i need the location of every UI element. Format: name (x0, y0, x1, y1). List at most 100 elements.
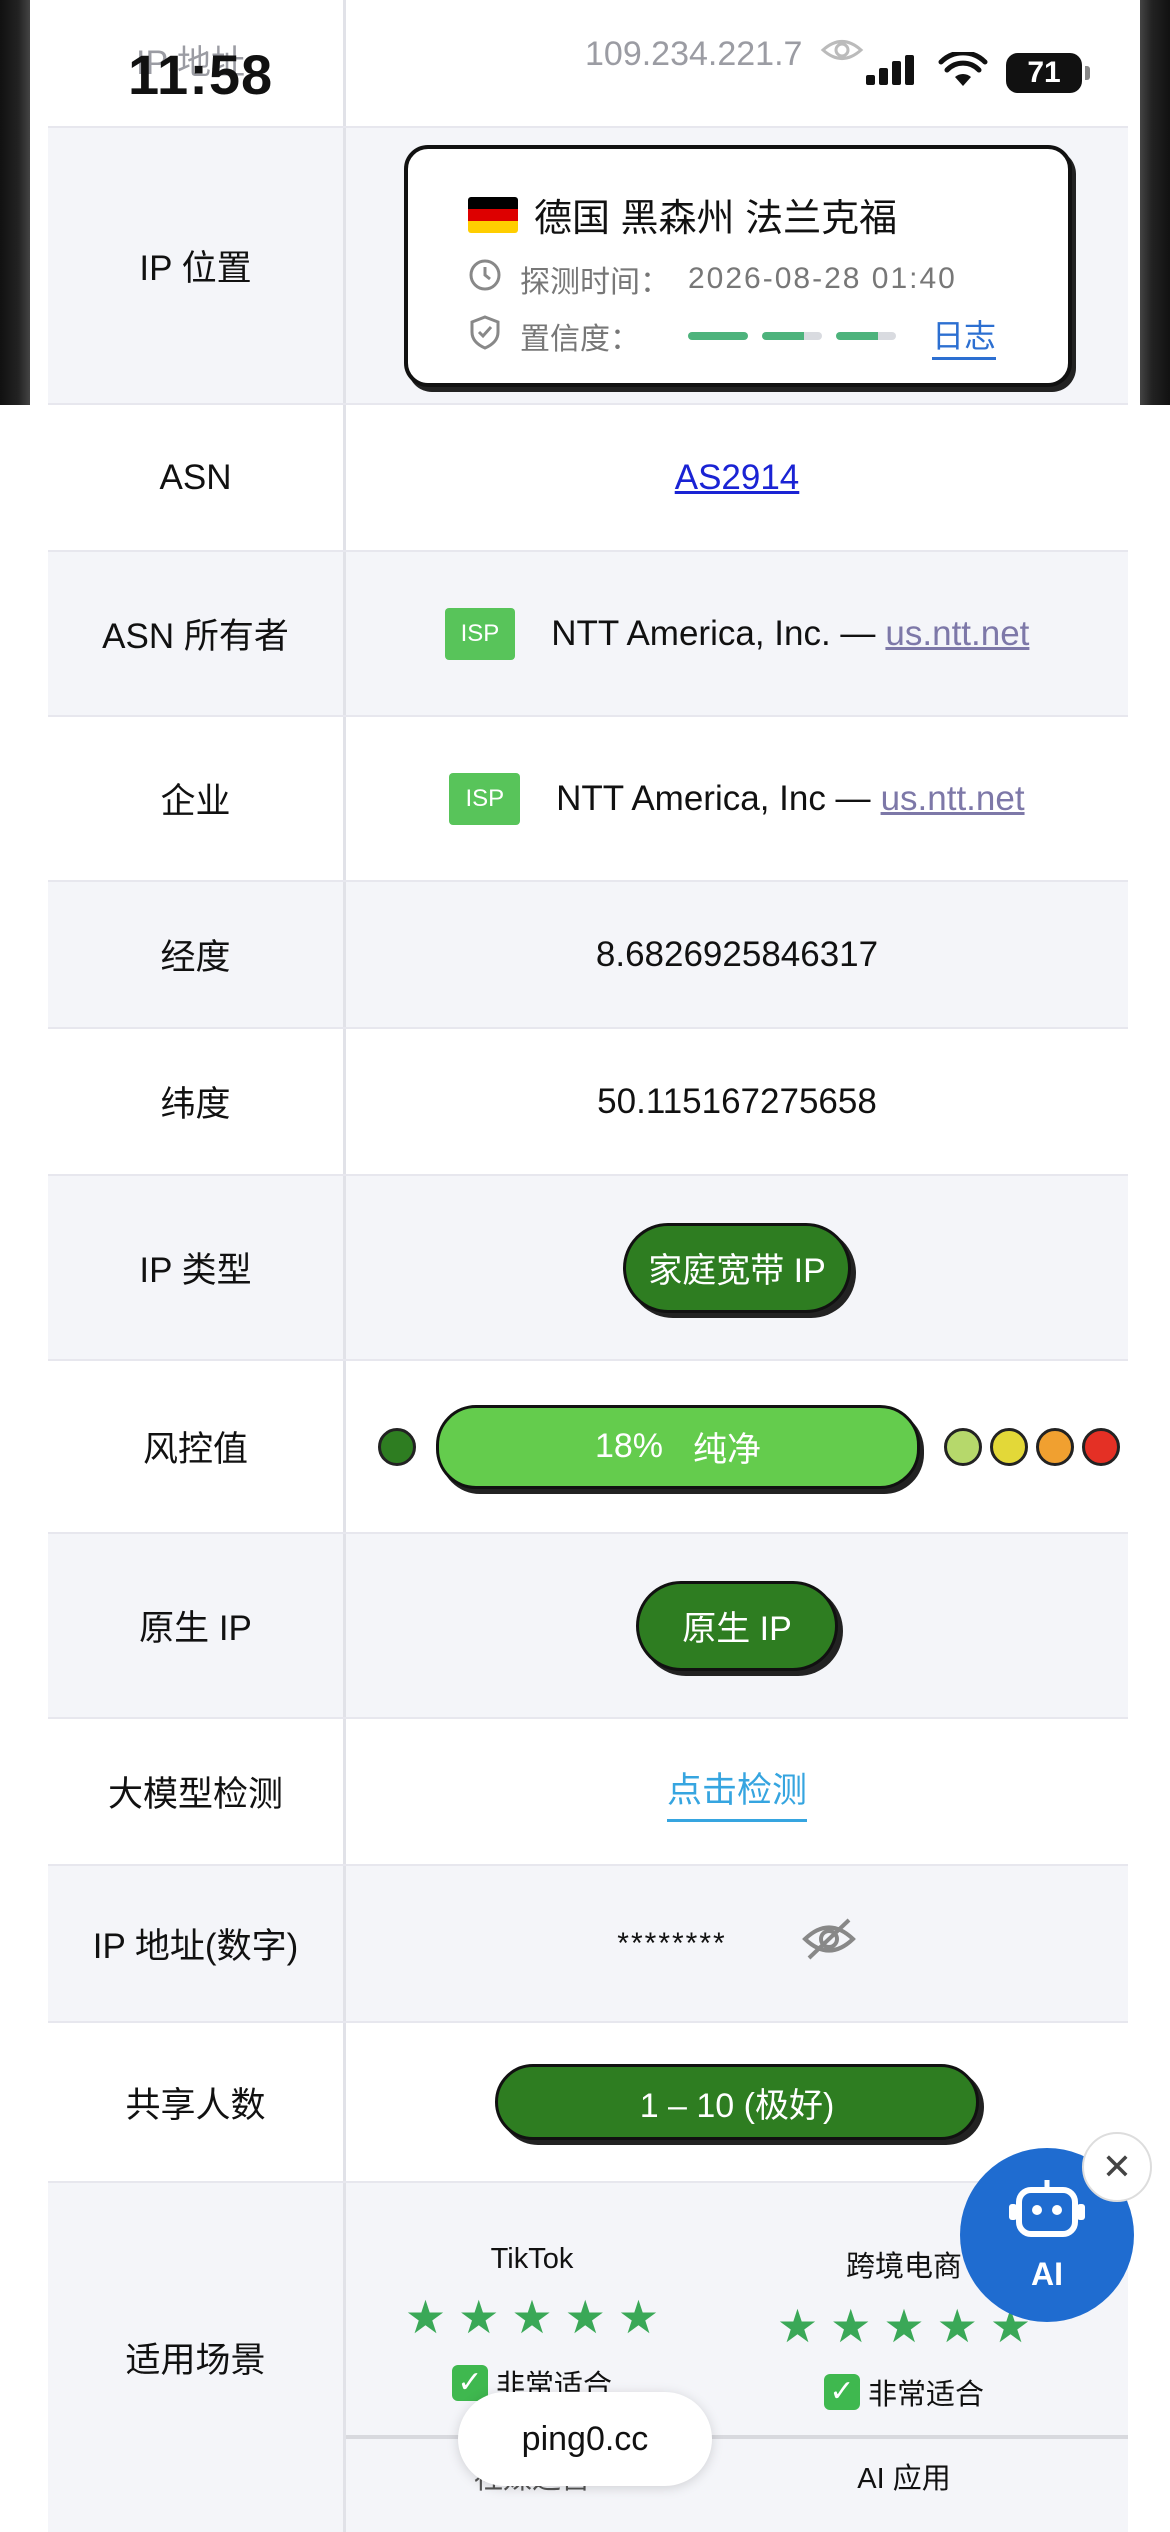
scenario-name: TikTok (490, 2243, 574, 2275)
row-ip-numeric: IP 地址(数字) ******** (48, 1866, 1128, 2023)
isp-badge: ISP (444, 607, 516, 660)
confidence-bar (836, 331, 896, 340)
scenario-tiktok: TikTok ★ ★ ★ ★ ★ ✓ 非常适合 (352, 2183, 712, 2404)
location-text: 德国 黑森州 法兰克福 (534, 198, 898, 240)
shared-users-label: 共享人数 (48, 2023, 346, 2181)
asn-cell: AS2914 (346, 405, 1128, 550)
llm-check-cell: 点击检测 (346, 1719, 1128, 1864)
risk-bar: 18% 纯净 (436, 1404, 920, 1489)
star-icon: ★ (404, 2291, 447, 2343)
row-longitude: 经度 8.6826925846317 (48, 882, 1128, 1029)
ip-numeric-label: IP 地址(数字) (48, 1866, 346, 2021)
ip-type-pill: 家庭宽带 IP (623, 1222, 851, 1313)
ip-location-card: 德国 黑森州 法兰克福 探测时间： 2026-08-28 01:40 置信度： … (404, 145, 1072, 387)
ai-label: AI (1031, 2255, 1063, 2292)
risk-dot-dark-green (378, 1427, 416, 1466)
ip-numeric-masked: ******** (617, 1926, 727, 1960)
ip-type-label: IP 类型 (48, 1176, 346, 1359)
enterprise-cell: ISP NTT America, Inc — us.ntt.net (346, 717, 1128, 880)
risk-label: 风控值 (48, 1361, 346, 1532)
native-ip-pill: 原生 IP (636, 1580, 838, 1671)
detect-time-value: 2026-08-28 01:40 (688, 262, 957, 295)
row-ip-type: IP 类型 家庭宽带 IP (48, 1176, 1128, 1361)
row-latitude: 纬度 50.115167275658 (48, 1029, 1128, 1176)
left-edge-shadow (0, 0, 30, 405)
longitude-label: 经度 (48, 882, 346, 1027)
risk-dot-red (1082, 1427, 1120, 1466)
log-link[interactable]: 日志 (932, 311, 997, 360)
row-native-ip: 原生 IP 原生 IP (48, 1534, 1128, 1719)
scenario-verdict-text: 非常适合 (867, 2379, 984, 2411)
shared-users-pill: 1 – 10 (极好) (495, 2064, 979, 2140)
location-line: 德国 黑森州 法兰克福 (468, 187, 897, 242)
eye-off-icon[interactable] (801, 1916, 857, 1971)
star-icon: ★ (617, 2291, 660, 2343)
star-icon: ★ (883, 2300, 925, 2352)
enterprise-name: NTT America, Inc — (556, 778, 871, 818)
confidence-label: 置信度： (520, 322, 640, 356)
ip-numeric-cell: ******** (346, 1866, 1128, 2021)
star-icon: ★ (936, 2300, 978, 2352)
detect-time-label: 探测时间： (520, 266, 670, 299)
ip-address-value-faded: 109.234.221.7 (585, 35, 864, 74)
detect-time-line: 探测时间： 2026-08-28 01:40 (468, 257, 957, 301)
right-edge-shadow (1140, 0, 1170, 405)
risk-percent: 18% (594, 1427, 664, 1465)
checkmark-icon: ✓ (451, 2365, 488, 2401)
ip-address-label-faded: IP 地址 (136, 44, 245, 82)
enterprise-label: 企业 (48, 717, 346, 880)
row-asn: ASN AS2914 (48, 405, 1128, 552)
row-asn-owner: ASN 所有者 ISP NTT America, Inc. — us.ntt.n… (48, 552, 1128, 717)
checkmark-icon: ✓ (823, 2374, 860, 2410)
asn-owner-name: NTT America, Inc. — (551, 613, 876, 653)
asn-link[interactable]: AS2914 (675, 458, 800, 498)
scenarios-label: 适用场景 (48, 2183, 346, 2532)
confidence-line: 置信度： 日志 (468, 311, 997, 360)
latitude-label: 纬度 (48, 1029, 346, 1174)
scenario-name: AI 应用 (857, 2463, 951, 2495)
confidence-bar (688, 331, 748, 340)
star-icon: ★ (564, 2291, 606, 2343)
scenario-verdict: ✓ 非常适合 (724, 2371, 1084, 2413)
ip-location-label: IP 位置 (48, 128, 346, 403)
longitude-value: 8.6826925846317 (595, 934, 879, 974)
germany-flag-icon (468, 196, 518, 233)
shield-check-icon (468, 314, 502, 358)
risk-scale-dots (944, 1427, 1120, 1466)
asn-owner-website-link[interactable]: us.ntt.net (885, 614, 1029, 654)
asn-label: ASN (48, 405, 346, 550)
risk-verdict: 纯净 (693, 1431, 762, 1469)
star-icon: ★ (458, 2291, 500, 2343)
scenario-ai: AI 应用 (724, 2449, 1084, 2497)
asn-owner-label: ASN 所有者 (48, 552, 346, 715)
risk-dot-orange (1036, 1427, 1074, 1466)
native-ip-cell: 原生 IP (346, 1534, 1128, 1717)
row-llm-check: 大模型检测 点击检测 (48, 1719, 1128, 1866)
close-icon[interactable]: ✕ (1082, 2132, 1152, 2202)
enterprise-website-link[interactable]: us.ntt.net (881, 779, 1025, 819)
risk-cell: 18% 纯净 (346, 1361, 1128, 1532)
star-icon: ★ (830, 2300, 872, 2352)
click-to-check-link[interactable]: 点击检测 (666, 1762, 807, 1822)
star-icon: ★ (776, 2300, 819, 2352)
eye-icon[interactable] (820, 35, 864, 74)
row-shared-users: 共享人数 1 – 10 (极好) (48, 2023, 1128, 2183)
row-enterprise: 企业 ISP NTT America, Inc — us.ntt.net (48, 717, 1128, 882)
confidence-bars (688, 331, 896, 340)
robot-icon (1007, 2178, 1087, 2252)
llm-check-label: 大模型检测 (48, 1719, 346, 1864)
isp-badge: ISP (449, 772, 521, 825)
rating-stars: ★ ★ ★ ★ ★ (352, 2294, 712, 2340)
star-icon: ★ (511, 2291, 553, 2343)
native-ip-label: 原生 IP (48, 1534, 346, 1717)
risk-dot-yellow (990, 1427, 1028, 1466)
confidence-bar (762, 331, 822, 340)
risk-dot-light-green (944, 1427, 982, 1466)
asn-owner-cell: ISP NTT America, Inc. — us.ntt.net (346, 552, 1128, 715)
ip-type-cell: 家庭宽带 IP (346, 1176, 1128, 1359)
latitude-value: 50.115167275658 (597, 1081, 877, 1121)
clock-icon (468, 258, 502, 300)
site-domain-pill[interactable]: ping0.cc (458, 2392, 712, 2486)
row-risk: 风控值 18% 纯净 (48, 1361, 1128, 1534)
ip-address-value: 109.234.221.7 (585, 35, 803, 73)
